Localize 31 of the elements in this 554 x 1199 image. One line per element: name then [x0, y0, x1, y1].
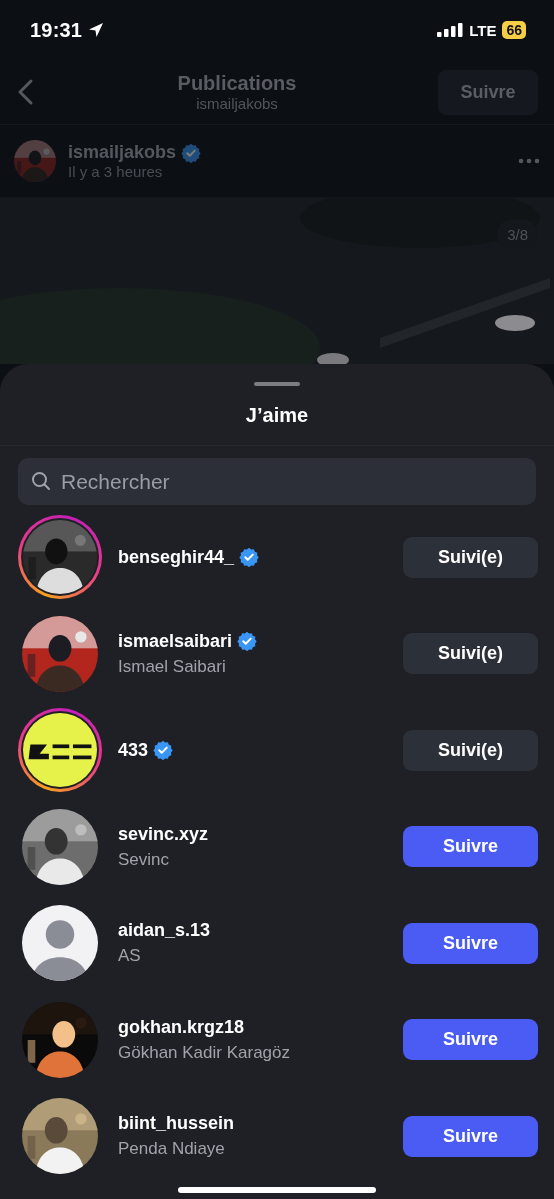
network-label: LTE: [469, 21, 497, 39]
full-name: Penda Ndiaye: [118, 1139, 226, 1160]
location-arrow-icon: [88, 22, 105, 38]
drag-handle[interactable]: [254, 382, 300, 386]
username[interactable]: sevinc.xyz: [118, 823, 209, 845]
full-name: Ismael Saibari: [118, 656, 227, 677]
following-button[interactable]: Suivi(e): [403, 633, 538, 675]
sheet-title: J’aime: [245, 404, 309, 427]
username[interactable]: aidan_s.13: [118, 920, 211, 942]
username[interactable]: 433: [118, 739, 149, 761]
status-time: 19:31: [30, 18, 83, 42]
follow-button[interactable]: Suivre: [403, 826, 538, 868]
search-field[interactable]: Rechercher: [18, 458, 536, 505]
screen-subtitle: ismailjakobs: [196, 95, 278, 112]
full-name: AS: [118, 946, 142, 967]
more-options-icon[interactable]: [518, 158, 540, 164]
username[interactable]: ismaelsaibari: [118, 630, 233, 652]
username[interactable]: benseghir44_: [118, 546, 235, 568]
username[interactable]: biint_hussein: [118, 1113, 234, 1135]
following-button[interactable]: Suivi(e): [403, 536, 538, 578]
full-name: Gökhan Kadir Karagöz: [118, 1042, 291, 1063]
battery-level: 66: [502, 21, 526, 39]
signal-icon: [437, 23, 464, 37]
search-icon: [31, 471, 51, 491]
follow-button[interactable]: Suivre: [403, 1115, 538, 1157]
full-name: Sevinc: [118, 849, 171, 870]
screen-title: Publications: [177, 72, 297, 95]
follow-button[interactable]: Suivre: [403, 922, 538, 964]
following-button[interactable]: Suivi(e): [403, 729, 538, 771]
username[interactable]: gokhan.krgz18: [118, 1016, 245, 1038]
follow-button[interactable]: Suivre: [403, 1019, 538, 1061]
